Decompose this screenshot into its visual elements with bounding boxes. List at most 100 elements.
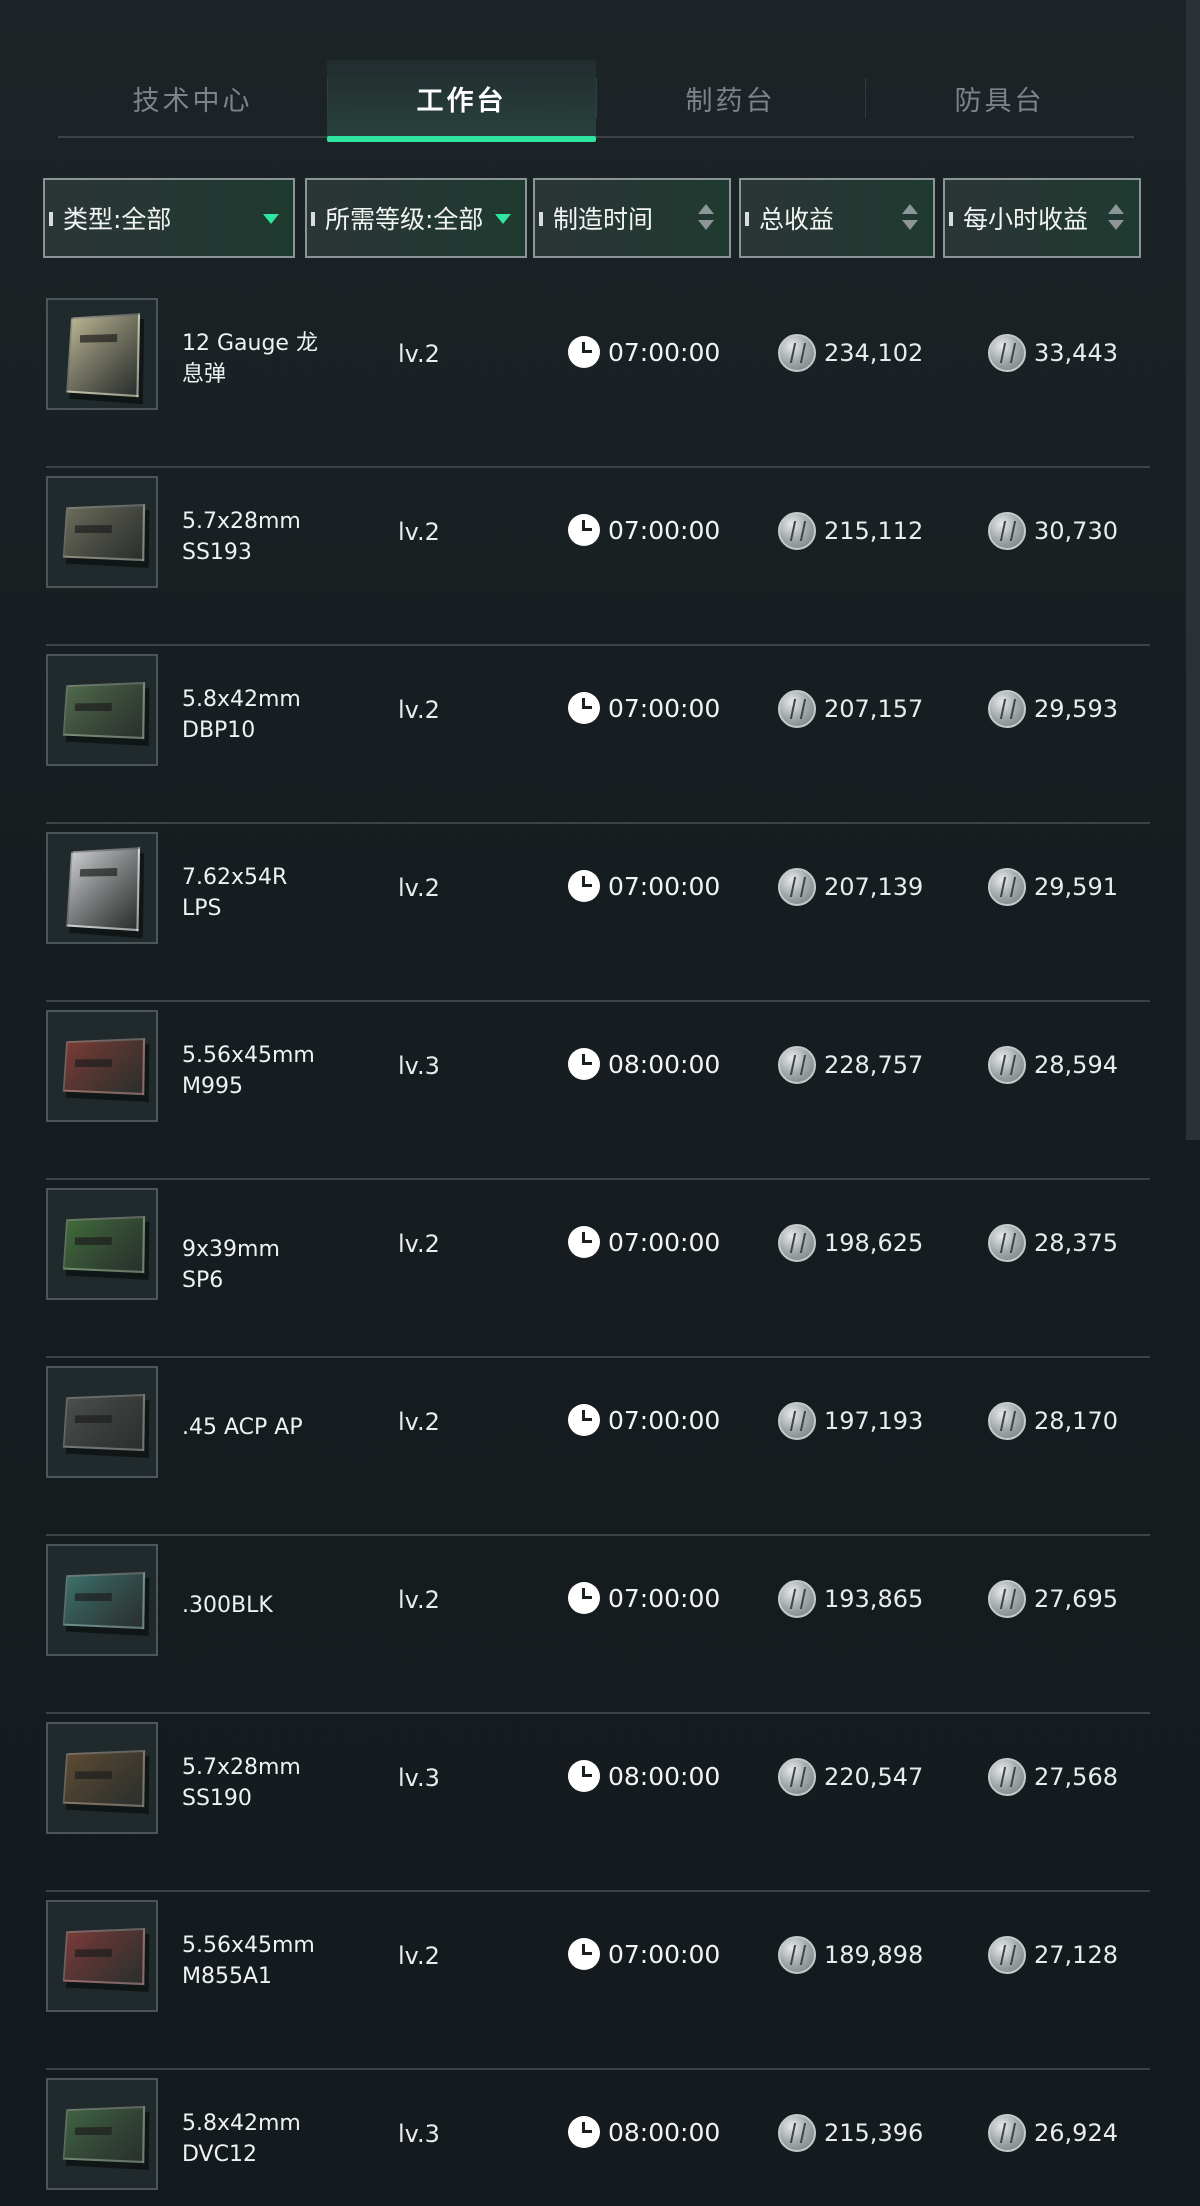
required-level: lv.2: [398, 1230, 440, 1258]
item-name: 5.7x28mm SS190: [182, 1755, 301, 1811]
coin-icon: [778, 868, 816, 906]
hourly-profit: 28,375: [988, 1224, 1118, 1262]
hourly-profit-value: 27,128: [1034, 1941, 1118, 1969]
total-profit: 234,102: [778, 334, 923, 372]
required-level: lv.2: [398, 1408, 440, 1436]
hourly-profit: 27,568: [988, 1758, 1118, 1796]
sort-total-button[interactable]: 总收益: [739, 178, 935, 258]
coin-icon: [988, 1758, 1026, 1796]
type-filter-dropdown[interactable]: 类型:全部: [43, 178, 295, 258]
sort-hourly-button[interactable]: 每小时收益: [943, 178, 1141, 258]
hourly-profit-value: 27,568: [1034, 1763, 1118, 1791]
coin-icon: [778, 1936, 816, 1974]
recipe-list: 12 Gauge 龙息弹 lv.2 07:00:00 234,102 33,44…: [46, 290, 1150, 2206]
hourly-profit: 29,593: [988, 690, 1118, 728]
hourly-profit-value: 27,695: [1034, 1585, 1118, 1613]
tab-pharmacy[interactable]: 制药台: [596, 60, 865, 136]
ammo-box-icon: [62, 1571, 146, 1630]
total-profit-value: 193,865: [824, 1585, 924, 1613]
clock-icon: [568, 2116, 600, 2148]
filter-bar: 类型:全部 所需等级:全部 制造时间 总收益 每小时收益: [43, 178, 1143, 258]
item-name: 5.56x45mm M995: [182, 1043, 315, 1099]
dropdown-arrow-icon: [263, 214, 279, 224]
coin-icon: [988, 1580, 1026, 1618]
list-item[interactable]: 9x39mm SP6 lv.2 07:00:00 198,625 28,375: [46, 1180, 1150, 1358]
craft-time: 07:00:00: [568, 1404, 720, 1436]
hourly-profit: 28,170: [988, 1402, 1118, 1440]
total-profit-value: 215,396: [824, 2119, 924, 2147]
required-level: lv.3: [398, 1764, 440, 1792]
total-profit-value: 207,139: [824, 873, 924, 901]
clock-icon: [568, 1404, 600, 1436]
total-profit-value: 207,157: [824, 695, 924, 723]
tab-workbench[interactable]: 工作台: [327, 60, 596, 142]
item-name: 7.62x54R LPS: [182, 865, 288, 921]
list-item[interactable]: 5.8x42mm DBP10 lv.2 07:00:00 207,157 29,…: [46, 646, 1150, 824]
craft-time: 07:00:00: [568, 514, 720, 546]
coin-icon: [988, 1224, 1026, 1262]
total-profit-value: 198,625: [824, 1229, 924, 1257]
sort-icon: [901, 204, 919, 234]
total-profit-value: 189,898: [824, 1941, 924, 1969]
ammo-box-thumbnail[interactable]: [46, 1366, 158, 1478]
list-item[interactable]: 5.56x45mm M995 lv.3 08:00:00 228,757 28,…: [46, 1002, 1150, 1180]
list-item[interactable]: 5.56x45mm M855A1 lv.2 07:00:00 189,898 2…: [46, 1892, 1150, 2070]
hourly-profit: 27,695: [988, 1580, 1118, 1618]
item-name: 5.8x42mm DBP10: [182, 687, 301, 743]
tab-armor-bench[interactable]: 防具台: [865, 60, 1134, 136]
coin-icon: [988, 690, 1026, 728]
total-profit-value: 220,547: [824, 1763, 924, 1791]
ammo-box-thumbnail[interactable]: [46, 1900, 158, 2012]
craft-time: 07:00:00: [568, 870, 720, 902]
list-item[interactable]: 5.7x28mm SS190 lv.3 08:00:00 220,547 27,…: [46, 1714, 1150, 1892]
hourly-profit: 29,591: [988, 868, 1118, 906]
tab-tech-center[interactable]: 技术中心: [58, 60, 327, 136]
craft-time: 07:00:00: [568, 336, 720, 368]
coin-icon: [988, 334, 1026, 372]
craft-time-value: 07:00:00: [608, 1227, 721, 1257]
list-item[interactable]: 12 Gauge 龙息弹 lv.2 07:00:00 234,102 33,44…: [46, 290, 1150, 468]
hourly-profit: 26,924: [988, 2114, 1118, 2152]
list-item[interactable]: .45 ACP AP lv.2 07:00:00 197,193 28,170: [46, 1358, 1150, 1536]
required-level: lv.2: [398, 874, 440, 902]
ammo-box-thumbnail[interactable]: [46, 1544, 158, 1656]
item-name: 5.7x28mm SS193: [182, 509, 301, 565]
ammo-box-icon: [62, 1393, 146, 1452]
total-profit: 198,625: [778, 1224, 923, 1262]
list-item[interactable]: 5.7x28mm SS193 lv.2 07:00:00 215,112 30,…: [46, 468, 1150, 646]
ammo-box-thumbnail[interactable]: [46, 832, 158, 944]
list-item[interactable]: 7.62x54R LPS lv.2 07:00:00 207,139 29,59…: [46, 824, 1150, 1002]
scrollbar[interactable]: [1186, 0, 1200, 1140]
clock-icon: [568, 1048, 600, 1080]
craft-time: 07:00:00: [568, 692, 720, 724]
ammo-box-thumbnail[interactable]: [46, 476, 158, 588]
ammo-box-icon: [62, 503, 146, 562]
craft-time-value: 07:00:00: [608, 515, 721, 545]
clock-icon: [568, 692, 600, 724]
total-profit: 193,865: [778, 1580, 923, 1618]
ammo-box-thumbnail[interactable]: [46, 298, 158, 410]
hourly-profit-value: 26,924: [1034, 2119, 1118, 2147]
hourly-profit: 28,594: [988, 1046, 1118, 1084]
level-filter-label: 所需等级:全部: [325, 205, 484, 234]
clock-icon: [568, 1760, 600, 1792]
coin-icon: [778, 1758, 816, 1796]
craft-time: 08:00:00: [568, 2116, 720, 2148]
ammo-box-thumbnail[interactable]: [46, 2078, 158, 2190]
coin-icon: [988, 1936, 1026, 1974]
craft-time-value: 07:00:00: [608, 871, 721, 901]
coin-icon: [988, 512, 1026, 550]
level-filter-dropdown[interactable]: 所需等级:全部: [305, 178, 527, 258]
list-item[interactable]: 5.8x42mm DVC12 lv.3 08:00:00 215,396 26,…: [46, 2070, 1150, 2206]
ammo-box-thumbnail[interactable]: [46, 1010, 158, 1122]
ammo-box-thumbnail[interactable]: [46, 1722, 158, 1834]
craft-time: 07:00:00: [568, 1582, 720, 1614]
craft-time-value: 08:00:00: [608, 2117, 721, 2147]
coin-icon: [778, 2114, 816, 2152]
ammo-box-thumbnail[interactable]: [46, 654, 158, 766]
sort-time-button[interactable]: 制造时间: [533, 178, 731, 258]
list-item[interactable]: .300BLK lv.2 07:00:00 193,865 27,695: [46, 1536, 1150, 1714]
total-profit-value: 197,193: [824, 1407, 924, 1435]
ammo-box-thumbnail[interactable]: [46, 1188, 158, 1300]
coin-icon: [988, 2114, 1026, 2152]
